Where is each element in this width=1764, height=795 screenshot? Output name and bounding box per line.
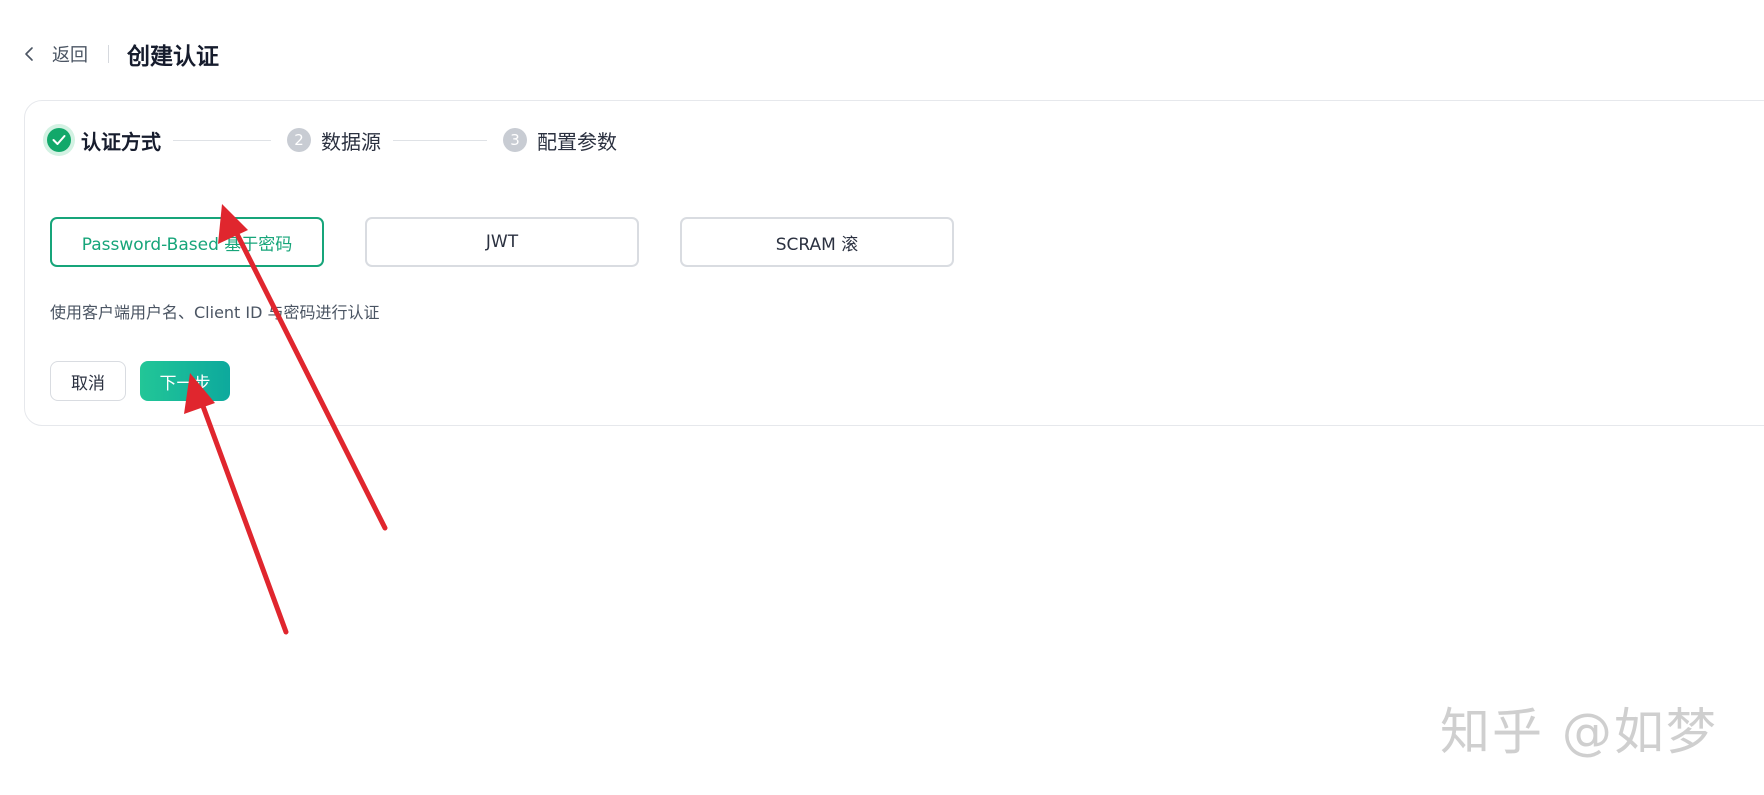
- step-number: 3: [503, 128, 527, 152]
- form-actions: 取消 下一步: [50, 361, 230, 401]
- auth-method-options: Password-Based 基于密码 JWT SCRAM 滚: [50, 217, 995, 267]
- step-label: 数据源: [321, 129, 381, 154]
- back-button[interactable]: 返回: [24, 41, 88, 67]
- watermark: 知乎 @如梦: [1440, 703, 1718, 761]
- next-step-button[interactable]: 下一步: [140, 361, 230, 401]
- chevron-left-icon: [25, 47, 33, 61]
- step-number: 2: [287, 128, 311, 152]
- step-connector: [173, 139, 271, 141]
- check-icon: [52, 135, 66, 145]
- step-auth-method: 认证方式: [47, 126, 161, 155]
- page-header: 返回 创建认证: [24, 36, 219, 72]
- step-connector: [393, 139, 487, 141]
- step-done-indicator: [47, 128, 71, 152]
- cancel-button[interactable]: 取消: [50, 361, 126, 401]
- step-config-params: 3 配置参数: [503, 126, 617, 155]
- auth-option-password-based[interactable]: Password-Based 基于密码: [50, 217, 324, 267]
- step-data-source: 2 数据源: [287, 126, 381, 155]
- auth-option-scram[interactable]: SCRAM 滚: [680, 217, 954, 267]
- page-title: 创建认证: [127, 44, 219, 70]
- back-label: 返回: [52, 45, 88, 66]
- header-divider: [108, 45, 109, 63]
- create-auth-card: 认证方式 2 数据源 3 配置参数 Password-Based 基于密码 JW…: [24, 100, 1764, 426]
- step-label: 配置参数: [537, 129, 617, 154]
- auth-option-jwt[interactable]: JWT: [365, 217, 639, 267]
- auth-method-description: 使用客户端用户名、Client ID 与密码进行认证: [50, 303, 380, 322]
- stepper: 认证方式 2 数据源 3 配置参数: [47, 121, 617, 159]
- step-label: 认证方式: [81, 129, 161, 154]
